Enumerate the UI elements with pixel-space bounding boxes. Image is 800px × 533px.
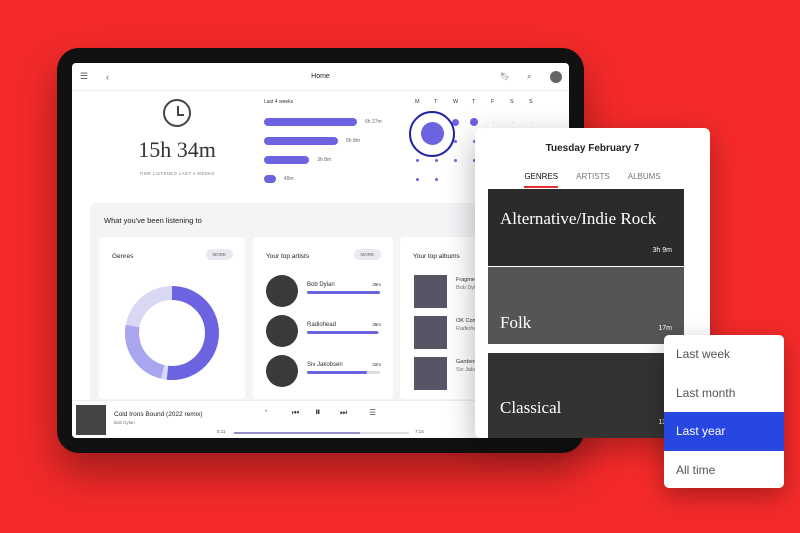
artist-avatar bbox=[266, 315, 298, 347]
artist-progress bbox=[307, 331, 380, 334]
week-bar-label: 5h 8m bbox=[346, 138, 360, 144]
total-time-panel: 15h 34m TIME LISTENED LAST 4 WEEKS bbox=[112, 99, 242, 176]
avatar[interactable] bbox=[550, 70, 562, 83]
week-bar-label: 49m bbox=[284, 176, 294, 182]
menu-icon[interactable]: ☰ bbox=[80, 71, 88, 82]
week-bar[interactable] bbox=[264, 156, 310, 164]
genre-time: 3h 9m bbox=[652, 247, 672, 254]
activity-dot[interactable] bbox=[415, 177, 419, 181]
artist-avatar bbox=[266, 275, 298, 307]
artist-item[interactable]: Siv Jakobsen 32m bbox=[266, 355, 381, 389]
album-item[interactable]: GardeningSiv Jakobsen bbox=[414, 357, 484, 391]
popup-tabs: GENRES ARTISTS ALBUMS bbox=[475, 172, 710, 188]
album-art bbox=[76, 405, 106, 435]
artist-name: Siv Jakobsen bbox=[307, 362, 343, 368]
album-item[interactable]: Fragments Bob Dylan bbox=[414, 275, 484, 309]
activity-dot[interactable] bbox=[492, 121, 494, 123]
option-all-time[interactable]: All time bbox=[664, 451, 784, 489]
activity-dot[interactable] bbox=[453, 158, 457, 162]
duration: 7:14 bbox=[415, 429, 424, 434]
week-bar-label: 3h 8m bbox=[317, 157, 332, 163]
back-icon[interactable]: ‹ bbox=[106, 72, 109, 82]
genre-card[interactable]: Classical13m bbox=[488, 353, 684, 438]
activity-dot[interactable] bbox=[511, 121, 513, 123]
selected-day-highlight[interactable] bbox=[409, 111, 455, 157]
elapsed-time: 5:11 bbox=[217, 429, 226, 434]
artists-card: Your top artists MORE Bob Dylan 39m Radioh… bbox=[253, 237, 393, 399]
next-icon[interactable]: ⏭ bbox=[340, 408, 347, 418]
day-label: M bbox=[415, 99, 420, 105]
genre-name: Classical bbox=[500, 398, 562, 417]
genre-name: Alternative/Indie Rock bbox=[500, 209, 657, 228]
week-bar-label: 6h 27m bbox=[365, 119, 382, 125]
day-label: S bbox=[510, 99, 514, 105]
artist-avatar bbox=[266, 355, 298, 387]
album-cover bbox=[414, 316, 447, 349]
artist-item[interactable]: Radiohead 38m bbox=[266, 315, 381, 349]
option-last-month[interactable]: Last month bbox=[664, 374, 784, 413]
tab-artists[interactable]: ARTISTS bbox=[576, 172, 610, 188]
genre-card[interactable]: Alternative/Indie Rock 3h 9m bbox=[488, 189, 684, 266]
shuffle-icon[interactable]: • bbox=[265, 409, 267, 415]
weeks-label: Last 4 weeks bbox=[264, 99, 294, 105]
day-label: T bbox=[472, 99, 476, 105]
activity-dot[interactable] bbox=[530, 121, 532, 123]
total-time: 15h 34m bbox=[138, 137, 216, 162]
week-bar[interactable] bbox=[264, 137, 338, 145]
album-cover bbox=[414, 275, 447, 308]
day-label: T bbox=[434, 99, 438, 105]
genres-title: Genres bbox=[112, 253, 134, 260]
track-title: Cold Irons Bound (2022 remix) bbox=[114, 411, 203, 418]
artist-time: 32m bbox=[372, 362, 381, 367]
activity-dot[interactable] bbox=[434, 177, 438, 181]
activity-dot[interactable] bbox=[415, 158, 419, 162]
genre-name: Folk bbox=[500, 313, 532, 332]
period-dropdown: Last week Last month Last year All time bbox=[664, 335, 784, 488]
artist-name: Radiohead bbox=[307, 322, 337, 328]
clock-icon bbox=[163, 99, 191, 127]
artist-time: 38m bbox=[372, 322, 381, 327]
tab-genres[interactable]: GENRES bbox=[524, 172, 559, 188]
activity-dot[interactable] bbox=[434, 158, 438, 162]
day-label: S bbox=[529, 99, 533, 105]
day-label: F bbox=[491, 99, 495, 105]
genre-card[interactable]: Folk 17m bbox=[488, 267, 684, 344]
seek-slider[interactable] bbox=[234, 432, 409, 434]
activity-dot[interactable] bbox=[470, 118, 478, 126]
option-last-year[interactable]: Last year bbox=[664, 412, 784, 451]
artists-more-button[interactable]: MORE bbox=[353, 249, 381, 260]
artists-title: Your top artists bbox=[266, 253, 310, 260]
week-bar[interactable] bbox=[264, 118, 357, 126]
top-bar: ☰ ‹ Home 🔖︎ ⌕ bbox=[72, 63, 569, 91]
artist-time: 39m bbox=[372, 282, 381, 287]
queue-icon[interactable]: ☰ bbox=[369, 408, 376, 417]
artist-name: Bob Dylan bbox=[307, 282, 335, 288]
tab-albums[interactable]: ALBUMS bbox=[628, 172, 661, 188]
section-title: What you've been listening to bbox=[104, 216, 202, 225]
option-last-week[interactable]: Last week bbox=[664, 335, 784, 374]
total-caption: TIME LISTENED LAST 4 WEEKS bbox=[139, 171, 215, 176]
bookmark-icon[interactable]: 🔖︎ bbox=[500, 72, 510, 81]
genres-more-button[interactable]: MORE bbox=[205, 249, 233, 260]
search-icon[interactable]: ⌕ bbox=[527, 72, 531, 82]
genre-time: 17m bbox=[658, 325, 672, 332]
artist-item[interactable]: Bob Dylan 39m bbox=[266, 275, 381, 309]
page-title: Home bbox=[311, 73, 330, 80]
previous-icon[interactable]: ⏮ bbox=[292, 408, 299, 418]
track-artist: Bob Dylan bbox=[114, 420, 135, 425]
popup-date: Tuesday February 7 bbox=[545, 143, 640, 154]
day-label: W bbox=[453, 99, 459, 105]
albums-title: Your top albums bbox=[413, 253, 460, 260]
artist-progress bbox=[307, 371, 380, 374]
genres-card: Genres MORE bbox=[99, 237, 245, 399]
album-item[interactable]: OK ComputerRadiohead bbox=[414, 316, 484, 350]
album-cover bbox=[414, 357, 447, 390]
genres-donut-chart bbox=[125, 286, 219, 380]
artist-progress bbox=[307, 291, 380, 294]
week-bar[interactable] bbox=[264, 175, 276, 183]
pause-icon[interactable]: ⏸ bbox=[315, 406, 321, 419]
